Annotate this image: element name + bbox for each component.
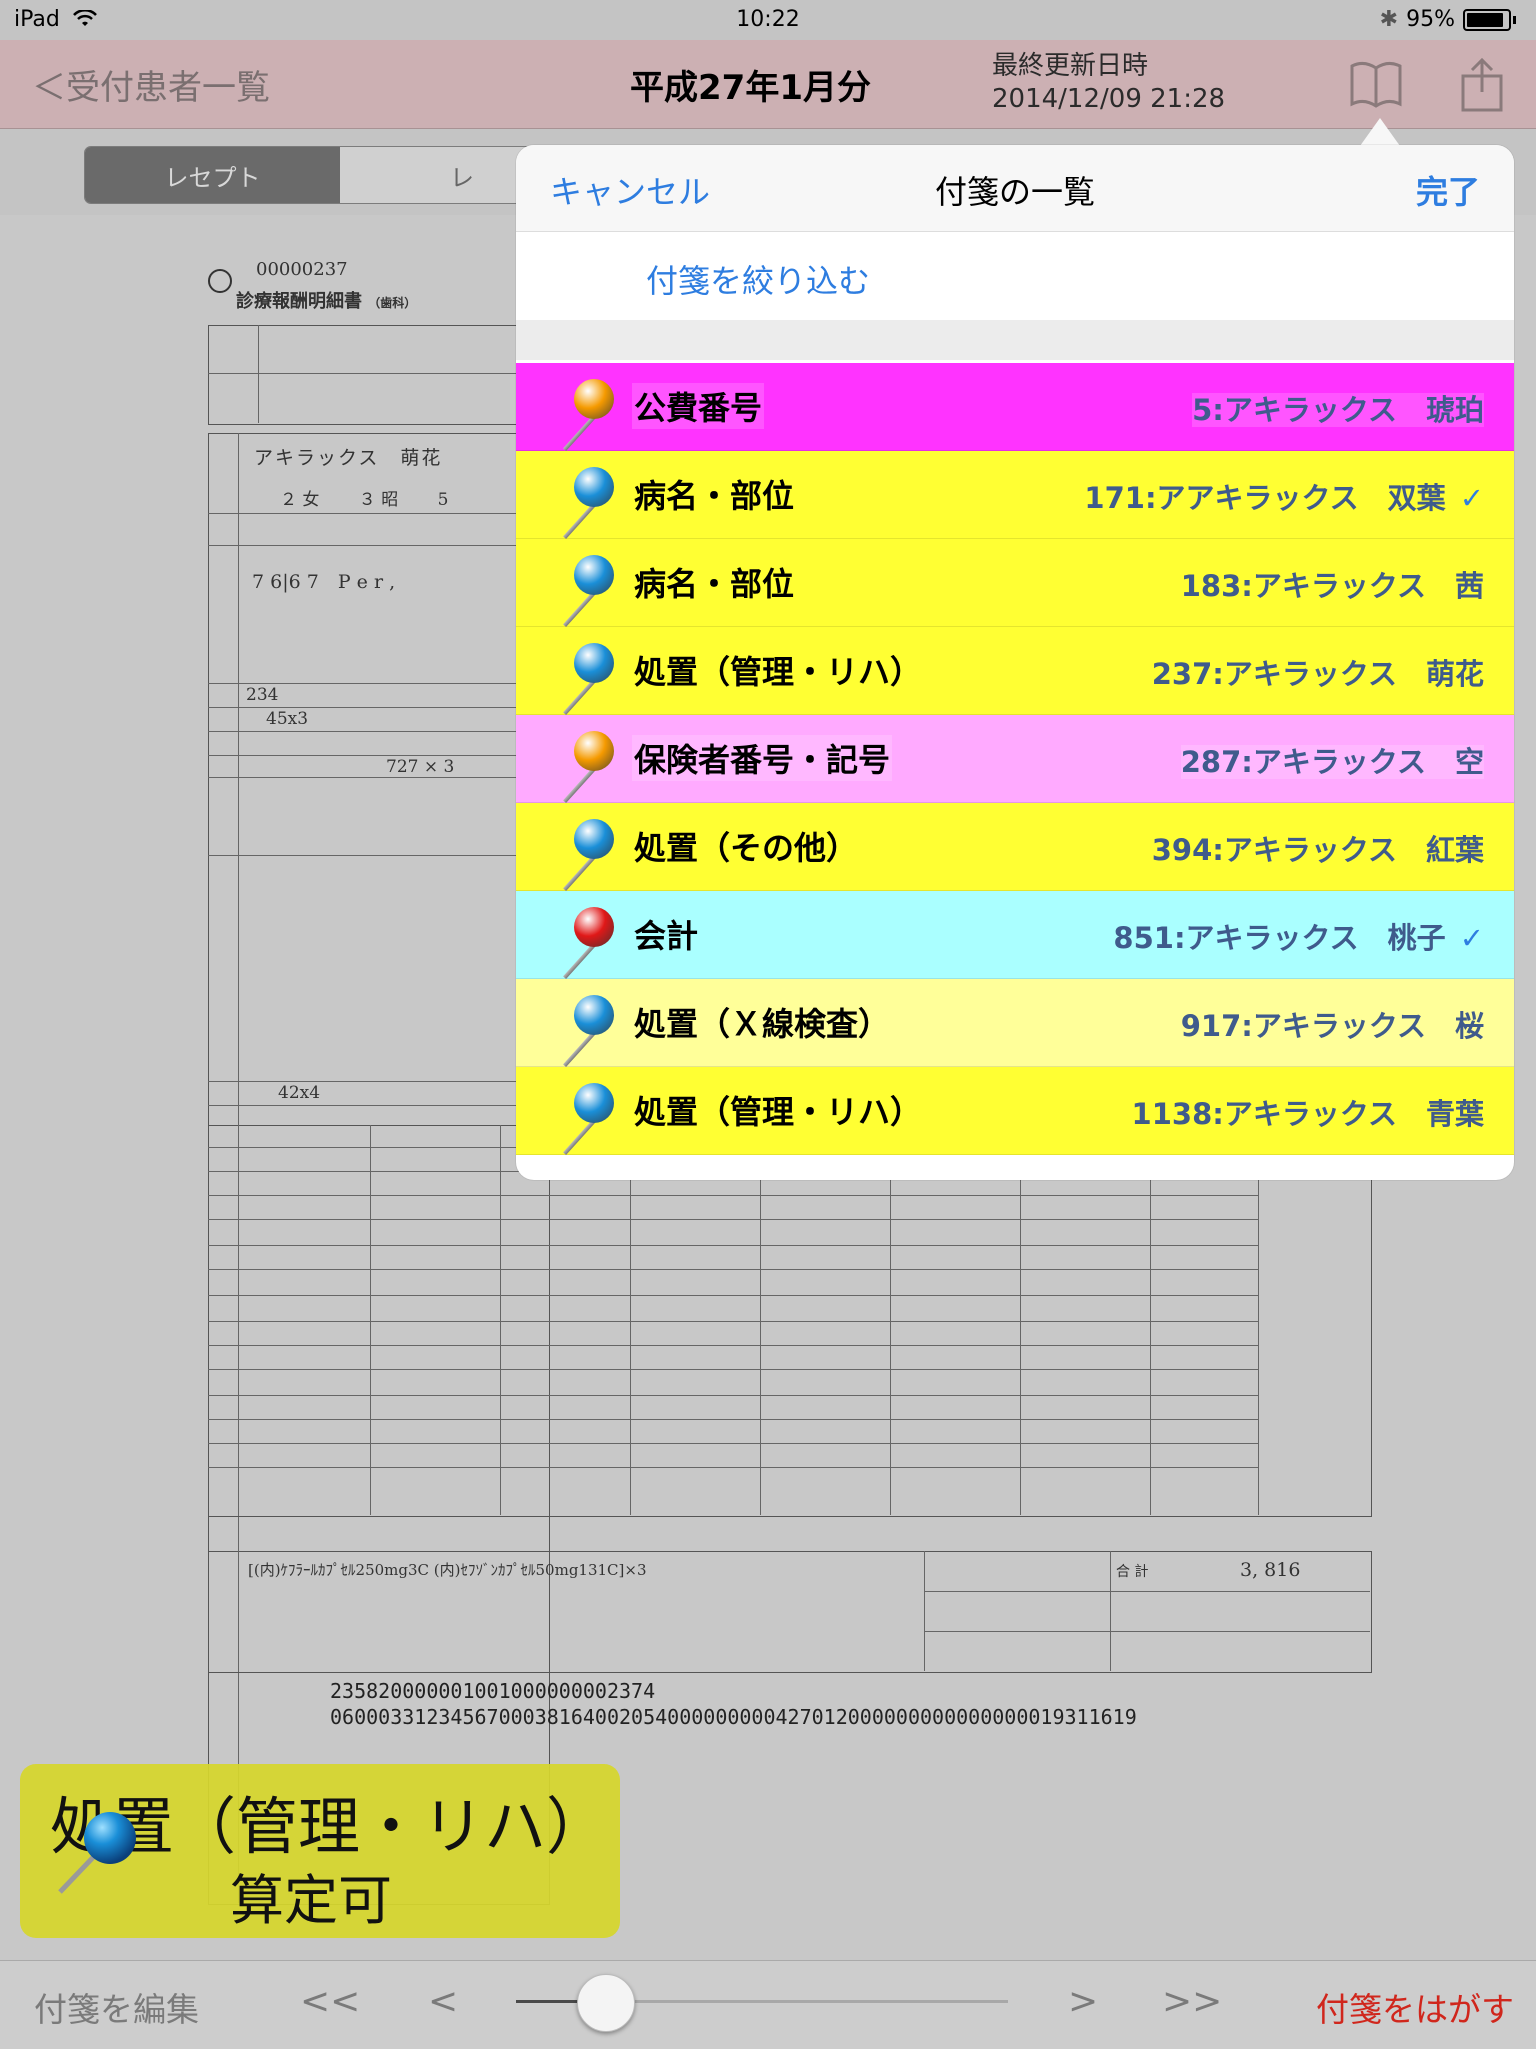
sticky-patient: 394:アキラックス 紅葉	[1151, 827, 1484, 869]
sticky-patient: 183:アキラックス 茜	[1180, 563, 1484, 605]
document-title-text: 診療報酬明細書	[236, 291, 362, 312]
sticky-category: 処置（管理・リハ）	[632, 1087, 925, 1133]
sticky-list-item[interactable]: 公費番号 5:アキラックス 琥珀	[516, 363, 1514, 452]
initial-visit-points: 234	[246, 685, 279, 705]
sticky-category: 処置（Ｘ線検査）	[632, 999, 893, 1045]
previous-page-button[interactable]: <	[428, 1981, 458, 2022]
sticky-list-item[interactable]: 会計 851:アキラックス 桃子 ✓	[516, 891, 1514, 980]
prescription-line: [(内)ｹﾌﾗｰﾙｶﾌﾟｾﾙ250mg3C (内)ｾﾌｿﾞﾝｶﾌﾟｾﾙ50mg1…	[248, 1561, 647, 1579]
segment-receipt[interactable]: レセプト	[85, 147, 340, 203]
sticky-list-item[interactable]: 処置（管理・リハ） 237:アキラックス 萌花	[516, 627, 1514, 716]
bluetooth-icon: ✱	[1379, 7, 1399, 32]
revisit-points: 45x3	[266, 709, 309, 729]
total-label: 合 計	[1116, 1564, 1149, 1580]
sticky-patient-label: 171:アアキラックス 双葉	[1084, 481, 1446, 515]
last-updated: 最終更新日時 2014/12/09 21:28	[992, 50, 1225, 116]
pin-icon	[546, 461, 616, 540]
sticky-list-item[interactable]: 処置（その他） 394:アキラックス 紅葉	[516, 803, 1514, 892]
peel-sticky-button[interactable]: 付箋をはがす	[1316, 1983, 1514, 2031]
section-separator	[516, 320, 1514, 360]
sticky-patient: 171:アアキラックス 双葉 ✓	[1084, 475, 1484, 517]
pin-icon	[546, 549, 616, 628]
sticky-category: 病名・部位	[632, 471, 797, 517]
pin-icon	[546, 373, 616, 452]
sticky-patient: 851:アキラックス 桃子 ✓	[1113, 915, 1484, 957]
sticky-patient-label: 5:アキラックス 琥珀	[1192, 393, 1484, 427]
sticky-patient-label: 287:アキラックス 空	[1180, 745, 1484, 779]
battery-percent: 95%	[1406, 7, 1455, 32]
total-points: 3, 816	[1240, 1559, 1301, 1581]
document-number: 00000237	[256, 259, 348, 280]
disease-name: 7 6|6 7 P e r ,	[252, 571, 396, 593]
injection-points: 727 × 3	[386, 757, 455, 777]
book-icon[interactable]	[1348, 58, 1404, 110]
status-right: ✱ 95%	[1380, 7, 1516, 32]
sticky-list-item[interactable]: 病名・部位 171:アアキラックス 双葉 ✓	[516, 451, 1514, 540]
sticky-list-item[interactable]: 病名・部位 183:アキラックス 茜	[516, 539, 1514, 628]
sticky-patient-label: 917:アキラックス 桜	[1180, 1009, 1484, 1043]
popover-header: キャンセル 付箋の一覧 完了	[516, 145, 1514, 232]
status-time: 10:22	[736, 7, 800, 32]
patient-info: ２ 女 ３ 昭 5	[280, 490, 449, 510]
sticky-list-item[interactable]: 保険者番号・記号 287:アキラックス 空	[516, 715, 1514, 804]
sticky-list-item[interactable]: 処置（管理・リハ） 1138:アキラックス 青葉	[516, 1067, 1514, 1156]
pin-icon	[546, 901, 616, 980]
sticky-patient: 1138:アキラックス 青葉	[1131, 1091, 1484, 1133]
sticky-list: 公費番号 5:アキラックス 琥珀 病名・部位 171:アアキラックス 双葉 ✓ 病名・部位…	[516, 363, 1514, 1156]
sticky-patient: 237:アキラックス 萌花	[1151, 651, 1484, 693]
popover-title: 付箋の一覧	[934, 173, 1095, 211]
edit-sticky-button[interactable]: 付箋を編集	[34, 1983, 199, 2031]
page-title: 平成27年1月分	[630, 68, 871, 108]
sticky-patient-label: 394:アキラックス 紅葉	[1151, 833, 1484, 867]
barcode-line-2: 0600033123456700038164002054000000000427…	[330, 1705, 1137, 1729]
last-updated-label: 最終更新日時	[992, 51, 1149, 81]
sticky-category: 公費番号	[632, 383, 765, 429]
sticky-patient: 287:アキラックス 空	[1180, 739, 1484, 781]
battery-icon	[1463, 8, 1511, 31]
first-page-button[interactable]: <<	[300, 1981, 360, 2022]
pin-icon	[546, 637, 616, 716]
pin-icon	[546, 1077, 616, 1156]
sticky-category: 処置（その他）	[632, 823, 861, 869]
next-page-button[interactable]: >	[1068, 1981, 1098, 2022]
document-title: 診療報酬明細書 （歯科）	[236, 287, 416, 313]
page-slider-thumb[interactable]	[576, 1974, 635, 2032]
filter-button[interactable]: 付箋を絞り込む	[646, 256, 870, 302]
sticky-patient: 917:アキラックス 桜	[1180, 1003, 1484, 1045]
pin-icon	[546, 989, 616, 1068]
anesthesia-points: 42x4	[278, 1083, 321, 1103]
popover-arrow	[1360, 118, 1400, 146]
sticky-patient-label: 851:アキラックス 桃子	[1113, 921, 1446, 955]
checkmark-icon: ✓	[1459, 481, 1484, 515]
pin-icon	[546, 813, 616, 892]
sticky-list-item[interactable]: 処置（Ｘ線検査） 917:アキラックス 桜	[516, 979, 1514, 1068]
done-button[interactable]: 完了	[1416, 167, 1480, 213]
share-icon[interactable]	[1460, 56, 1504, 112]
status-bar: iPad 10:22 ✱ 95%	[0, 0, 1536, 40]
bottom-toolbar: 付箋を編集 << < > >> 付箋をはがす	[0, 1960, 1536, 2049]
header-table	[208, 325, 550, 425]
last-updated-value: 2014/12/09 21:28	[992, 84, 1226, 114]
sticky-patient: 5:アキラックス 琥珀	[1192, 387, 1484, 429]
document-circle-mark	[208, 269, 232, 293]
checkmark-icon: ✓	[1459, 921, 1484, 955]
last-page-button[interactable]: >>	[1162, 1981, 1222, 2022]
sticky-note-line2: 算定可	[230, 1869, 392, 1932]
sticky-list-popover: キャンセル 付箋の一覧 完了 付箋を絞り込む 公費番号 5:アキラックス 琥珀病名…	[516, 145, 1514, 1180]
back-button[interactable]: ＜受付患者一覧	[32, 60, 270, 109]
sticky-patient-label: 183:アキラックス 茜	[1180, 569, 1484, 603]
sticky-patient-label: 237:アキラックス 萌花	[1151, 657, 1484, 691]
sticky-category: 病名・部位	[632, 559, 797, 605]
sticky-category: 処置（管理・リハ）	[632, 647, 925, 693]
patient-name: アキラックス 萌花	[254, 447, 443, 469]
pin-icon	[546, 725, 616, 804]
navigation-bar: ＜受付患者一覧 平成27年1月分 最終更新日時 2014/12/09 21:28	[0, 40, 1536, 129]
sticky-category: 保険者番号・記号	[632, 735, 893, 781]
sticky-patient-label: 1138:アキラックス 青葉	[1131, 1097, 1484, 1131]
pin-icon	[58, 1812, 136, 1894]
filter-row[interactable]: 付箋を絞り込む	[516, 232, 1514, 320]
document-title-suffix: （歯科）	[368, 296, 417, 310]
sticky-category: 会計	[632, 911, 701, 957]
barcode-line-1: 235820000001001000000002374	[330, 1679, 656, 1703]
